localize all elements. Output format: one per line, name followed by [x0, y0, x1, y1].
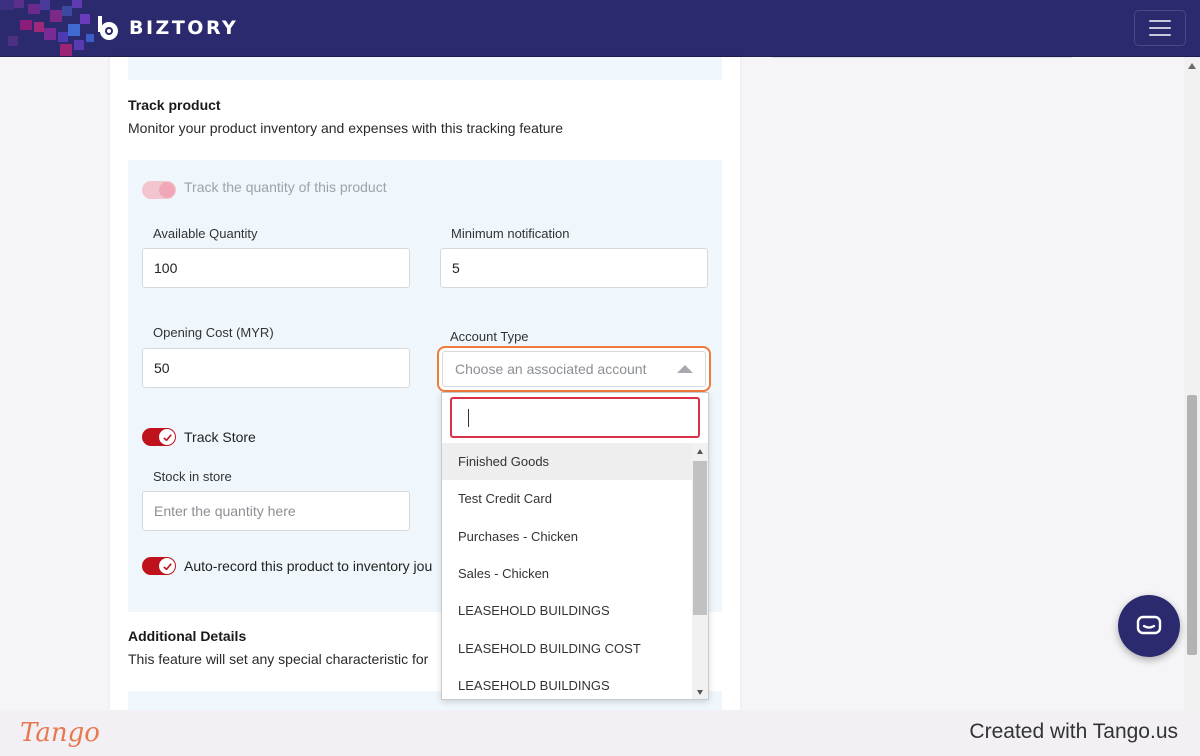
scroll-up-icon[interactable]: [697, 449, 703, 454]
auto-record-label: Auto-record this product to inventory jo…: [184, 558, 433, 574]
hamburger-icon-line: [1149, 20, 1171, 22]
account-type-dropdown: Finished Goods Test Credit Card Purchase…: [441, 392, 709, 700]
minimum-notification-input[interactable]: 5: [440, 248, 708, 288]
tango-footer: Tango Created with Tango.us: [0, 710, 1200, 756]
dropdown-option[interactable]: Finished Goods: [442, 443, 692, 481]
auto-record-toggle[interactable]: [142, 557, 176, 575]
track-quantity-toggle[interactable]: [142, 181, 176, 199]
page-scrollbar[interactable]: [1184, 57, 1200, 710]
dropdown-search-input[interactable]: [450, 397, 700, 438]
hamburger-menu-button[interactable]: [1134, 10, 1186, 46]
dropdown-options: Finished Goods Test Credit Card Purchase…: [442, 443, 692, 699]
brand[interactable]: BIZTORY: [95, 13, 238, 43]
opening-cost-input[interactable]: 50: [142, 348, 410, 388]
track-quantity-label: Track the quantity of this product: [184, 179, 387, 195]
available-quantity-label: Available Quantity: [153, 226, 258, 241]
dropdown-option[interactable]: Purchases - Chicken: [442, 518, 692, 555]
dropdown-option[interactable]: Sales - Chicken: [442, 555, 692, 592]
account-type-label: Account Type: [450, 329, 529, 344]
previous-section-panel: [128, 57, 722, 80]
chat-icon: [1136, 615, 1162, 635]
additional-details-title: Additional Details: [128, 628, 247, 644]
caret-up-icon: [677, 365, 693, 373]
dropdown-scrollbar[interactable]: [692, 443, 708, 699]
hamburger-icon-line: [1149, 34, 1171, 36]
right-panel-divider: [772, 57, 1072, 58]
dropdown-option[interactable]: LEASEHOLD BUILDINGS: [442, 592, 692, 629]
dropdown-option[interactable]: Test Credit Card: [442, 480, 692, 517]
biztory-logo-icon: [98, 16, 118, 40]
track-store-label: Track Store: [184, 429, 256, 445]
text-cursor: [468, 409, 469, 427]
toggle-knob: [159, 182, 175, 198]
dropdown-scrollbar-thumb[interactable]: [693, 461, 707, 615]
top-navbar: BIZTORY: [0, 0, 1200, 57]
created-with-text: Created with Tango.us: [969, 720, 1178, 743]
track-product-title: Track product: [128, 97, 221, 113]
stock-in-store-input[interactable]: Enter the quantity here: [142, 491, 410, 531]
track-product-description: Monitor your product inventory and expen…: [128, 120, 564, 136]
checkmark-icon: [162, 562, 172, 570]
hamburger-icon-line: [1149, 27, 1171, 29]
dropdown-option[interactable]: LEASEHOLD BUILDING COST: [442, 629, 692, 666]
stock-in-store-label: Stock in store: [153, 469, 232, 484]
track-store-toggle[interactable]: [142, 428, 176, 446]
page-scrollbar-thumb[interactable]: [1187, 395, 1197, 655]
chat-button[interactable]: [1118, 595, 1180, 657]
additional-details-description: This feature will set any special charac…: [128, 651, 429, 667]
tango-logo: Tango: [20, 718, 100, 748]
minimum-notification-label: Minimum notification: [451, 226, 570, 241]
toggle-knob: [159, 558, 175, 574]
toggle-knob: [159, 429, 175, 445]
opening-cost-label: Opening Cost (MYR): [153, 325, 274, 340]
dropdown-option[interactable]: LEASEHOLD BUILDINGS: [442, 667, 692, 699]
checkmark-icon: [162, 433, 172, 441]
brand-name: BIZTORY: [129, 17, 239, 39]
scroll-down-icon[interactable]: [697, 690, 703, 695]
available-quantity-input[interactable]: 100: [142, 248, 410, 288]
account-type-placeholder: Choose an associated account: [442, 351, 706, 387]
scroll-up-icon[interactable]: [1188, 63, 1196, 69]
account-type-select[interactable]: Choose an associated account: [437, 346, 711, 392]
